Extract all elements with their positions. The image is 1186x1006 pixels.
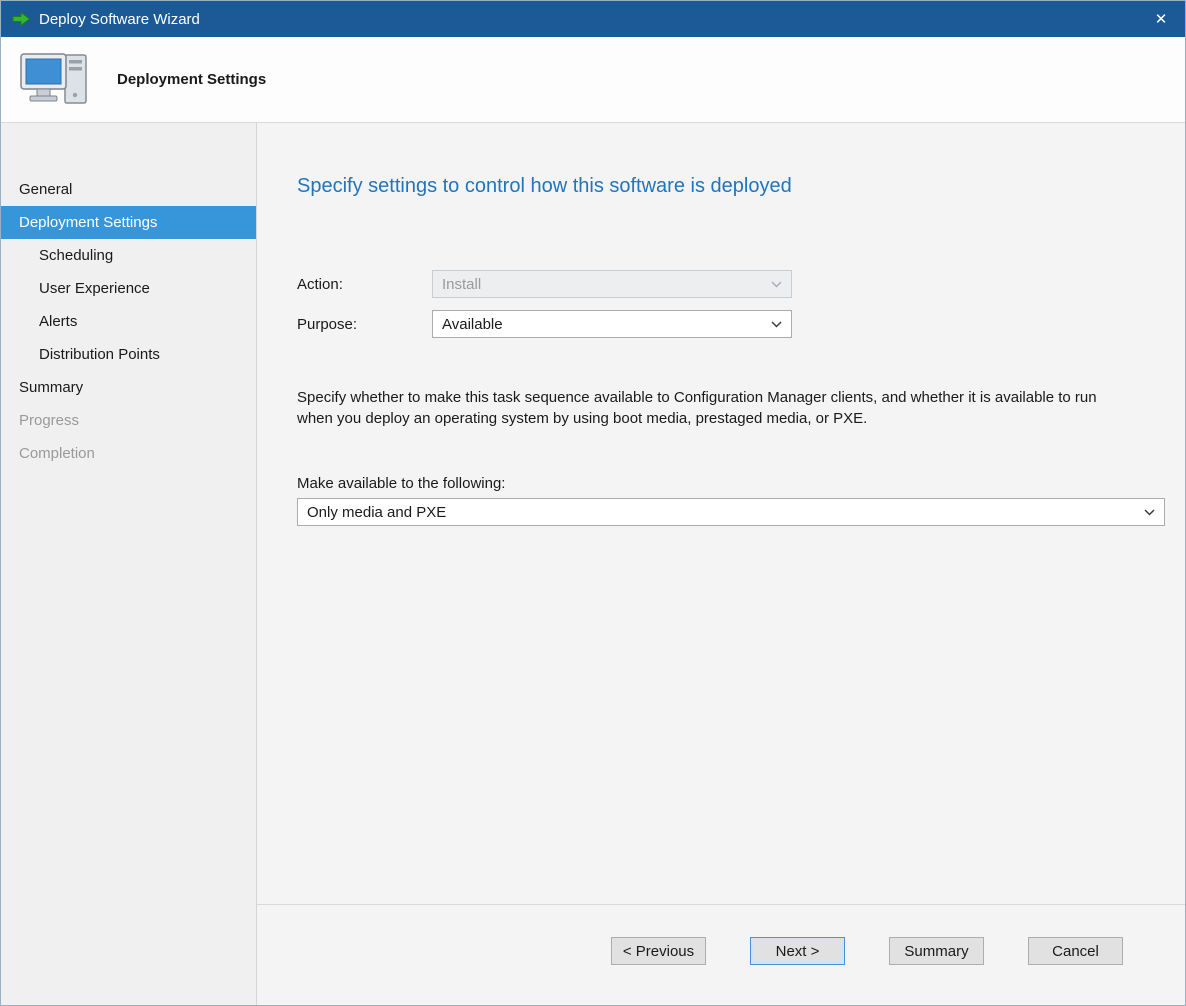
action-field-row: Action: Install [297, 270, 1165, 298]
content-area: Specify settings to control how this sof… [257, 123, 1185, 904]
nav-item-summary[interactable]: Summary [1, 371, 256, 404]
close-button[interactable]: ✕ [1137, 1, 1185, 37]
wizard-arrow-icon [11, 11, 31, 27]
titlebar: Deploy Software Wizard ✕ [1, 1, 1185, 37]
nav-item-general[interactable]: General [1, 173, 256, 206]
nav-item-alerts[interactable]: Alerts [1, 305, 256, 338]
action-value: Install [442, 276, 481, 293]
make-available-value: Only media and PXE [307, 504, 446, 521]
deploy-software-wizard-window: Deploy Software Wizard ✕ Deployment Sett… [0, 0, 1186, 1006]
content-heading: Specify settings to control how this sof… [297, 175, 1165, 198]
purpose-dropdown[interactable]: Available [432, 310, 792, 338]
purpose-label: Purpose: [297, 316, 432, 333]
cancel-button[interactable]: Cancel [1028, 937, 1123, 965]
nav-item-completion: Completion [1, 437, 256, 470]
wizard-nav: General Deployment Settings Scheduling U… [1, 123, 257, 1005]
wizard-footer: < Previous Next > Summary Cancel [257, 904, 1185, 1005]
next-button[interactable]: Next > [750, 937, 845, 965]
chevron-down-icon [771, 321, 782, 328]
wizard-header: Deployment Settings [1, 37, 1185, 123]
page-title: Deployment Settings [117, 71, 266, 88]
nav-item-deployment-settings[interactable]: Deployment Settings [1, 206, 256, 239]
wizard-body: General Deployment Settings Scheduling U… [1, 123, 1185, 1005]
nav-item-distribution-points[interactable]: Distribution Points [1, 338, 256, 371]
nav-item-scheduling[interactable]: Scheduling [1, 239, 256, 272]
computer-icon [19, 50, 91, 110]
summary-button[interactable]: Summary [889, 937, 984, 965]
action-label: Action: [297, 276, 432, 293]
nav-item-user-experience[interactable]: User Experience [1, 272, 256, 305]
deployment-description: Specify whether to make this task sequen… [297, 388, 1117, 429]
purpose-field-row: Purpose: Available [297, 310, 1165, 338]
purpose-value: Available [442, 316, 503, 333]
window-title: Deploy Software Wizard [39, 11, 200, 28]
chevron-down-icon [771, 281, 782, 288]
make-available-label: Make available to the following: [297, 475, 1165, 492]
content-column: Specify settings to control how this sof… [257, 123, 1185, 1005]
previous-button[interactable]: < Previous [611, 937, 706, 965]
action-dropdown: Install [432, 270, 792, 298]
make-available-dropdown[interactable]: Only media and PXE [297, 498, 1165, 526]
close-icon: ✕ [1155, 10, 1168, 28]
nav-item-progress: Progress [1, 404, 256, 437]
chevron-down-icon [1144, 509, 1155, 516]
